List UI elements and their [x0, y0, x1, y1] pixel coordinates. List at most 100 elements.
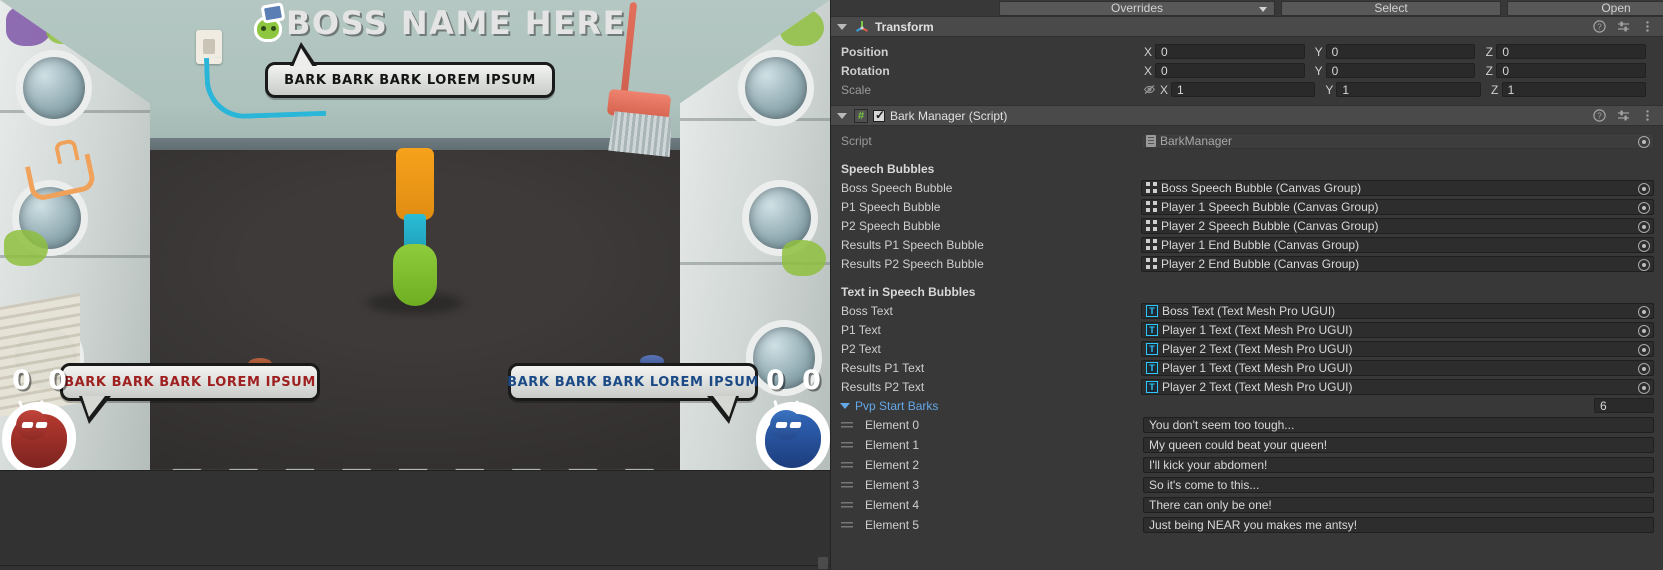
pvp-start-barks-size-input[interactable]: 6: [1594, 398, 1654, 413]
object-picker-icon[interactable]: [1638, 324, 1650, 337]
vertical-scrollbar[interactable]: [818, 557, 828, 569]
list-item[interactable]: Element 0 You don't seem too tough...: [831, 415, 1663, 435]
textmeshpro-icon: T: [1146, 361, 1158, 374]
rotation-z-input[interactable]: 0: [1496, 63, 1647, 78]
object-picker-icon[interactable]: [1638, 343, 1650, 356]
scale-z-input[interactable]: 1: [1501, 82, 1646, 97]
select-button[interactable]: Select: [1281, 0, 1501, 16]
boss-text-objectfield[interactable]: T Boss Text (Text Mesh Pro UGUI): [1141, 302, 1654, 319]
drag-handle-icon[interactable]: [841, 500, 853, 510]
results-p2-speech-bubble-value: Player 2 End Bubble (Canvas Group): [1161, 256, 1360, 271]
p2-speech-bubble-row[interactable]: P2 Speech Bubble Player 2 Speech Bubble …: [831, 216, 1663, 235]
position-z-input[interactable]: 0: [1496, 44, 1647, 59]
help-icon[interactable]: ?: [1593, 20, 1606, 33]
constrain-proportions-icon[interactable]: [1141, 83, 1157, 96]
p1-text-value: Player 1 Text (Text Mesh Pro UGUI): [1162, 322, 1353, 337]
p2-text-row[interactable]: P2 Text T Player 2 Text (Text Mesh Pro U…: [831, 339, 1663, 358]
inspector-panel[interactable]: Overrides Select Open Transform ? Positi…: [830, 0, 1663, 570]
p2-text-label: P2 Text: [841, 341, 881, 356]
results-p1-text-objectfield[interactable]: T Player 1 Text (Text Mesh Pro UGUI): [1141, 359, 1654, 376]
drag-handle-icon[interactable]: [841, 520, 853, 530]
axis-y-label: Y: [1314, 63, 1323, 78]
results-p2-speech-bubble-row[interactable]: Results P2 Speech Bubble Player 2 End Bu…: [831, 254, 1663, 273]
open-button[interactable]: Open: [1507, 0, 1663, 16]
list-item[interactable]: Element 5 Just being NEAR you makes me a…: [831, 515, 1663, 535]
kebab-menu-icon[interactable]: [1641, 109, 1654, 122]
pvp-start-barks-header[interactable]: Pvp Start Barks 6: [831, 396, 1663, 415]
object-picker-icon[interactable]: [1638, 239, 1650, 252]
rotation-x-input[interactable]: 0: [1155, 63, 1305, 78]
foldout-arrow-icon[interactable]: [837, 112, 847, 119]
transform-position-row[interactable]: Position X 0 Y 0 Z 0: [831, 42, 1663, 61]
element-2-input[interactable]: I'll kick your abdomen!: [1143, 457, 1654, 473]
element-2-label: Element 2: [865, 458, 920, 472]
transform-rotation-row[interactable]: Rotation X 0 Y 0 Z 0: [831, 61, 1663, 80]
results-p1-speech-bubble-objectfield[interactable]: Player 1 End Bubble (Canvas Group): [1141, 236, 1654, 253]
canvas-group-icon: [1146, 182, 1157, 193]
element-1-input[interactable]: My queen could beat your queen!: [1143, 437, 1654, 453]
preset-icon[interactable]: [1617, 20, 1630, 33]
results-p1-text-row[interactable]: Results P1 Text T Player 1 Text (Text Me…: [831, 358, 1663, 377]
kebab-menu-icon[interactable]: [1641, 20, 1654, 33]
foldout-arrow-icon[interactable]: [840, 402, 850, 409]
list-item[interactable]: Element 2 I'll kick your abdomen!: [831, 455, 1663, 475]
bubble-tail-inner: [713, 396, 736, 417]
boss-speech-bubble-row[interactable]: Boss Speech Bubble Boss Speech Bubble (C…: [831, 178, 1663, 197]
list-item[interactable]: Element 4 There can only be one!: [831, 495, 1663, 515]
element-5-input[interactable]: Just being NEAR you makes me antsy!: [1143, 517, 1654, 533]
help-icon[interactable]: ?: [1593, 109, 1606, 122]
position-y-input[interactable]: 0: [1325, 44, 1476, 59]
scale-y-input[interactable]: 1: [1336, 82, 1481, 97]
p2-speech-bubble-objectfield[interactable]: Player 2 Speech Bubble (Canvas Group): [1141, 217, 1654, 234]
list-item[interactable]: Element 1 My queen could beat your queen…: [831, 435, 1663, 455]
object-picker-icon[interactable]: [1638, 381, 1650, 394]
element-3-input[interactable]: So it's come to this...: [1143, 477, 1654, 493]
preset-icon[interactable]: [1617, 109, 1630, 122]
drag-handle-icon[interactable]: [841, 440, 853, 450]
game-view-panel[interactable]: BOSS NAME HERE BARK BARK BARK LOREM IPSU…: [0, 0, 830, 570]
axis-y-label: Y: [1314, 44, 1323, 59]
script-value: BarkManager: [1160, 133, 1233, 148]
drag-handle-icon[interactable]: [841, 480, 853, 490]
results-p2-text-row[interactable]: Results P2 Text T Player 2 Text (Text Me…: [831, 377, 1663, 396]
object-picker-icon[interactable]: [1638, 182, 1650, 195]
position-x-input[interactable]: 0: [1155, 44, 1305, 59]
component-enabled-checkbox[interactable]: [873, 108, 885, 122]
p1-text-objectfield[interactable]: T Player 1 Text (Text Mesh Pro UGUI): [1141, 321, 1654, 338]
graffiti-splat: [782, 240, 826, 276]
overrides-dropdown[interactable]: Overrides: [999, 0, 1275, 16]
element-4-input[interactable]: There can only be one!: [1143, 497, 1654, 513]
p1-text-row[interactable]: P1 Text T Player 1 Text (Text Mesh Pro U…: [831, 320, 1663, 339]
hanger-icon: [24, 153, 98, 203]
results-p1-speech-bubble-row[interactable]: Results P1 Speech Bubble Player 1 End Bu…: [831, 235, 1663, 254]
transform-component-header[interactable]: Transform ?: [831, 16, 1663, 37]
boss-speech-bubble-objectfield[interactable]: Boss Speech Bubble (Canvas Group): [1141, 179, 1654, 196]
list-item[interactable]: Element 3 So it's come to this...: [831, 475, 1663, 495]
object-picker-icon[interactable]: [1638, 135, 1650, 148]
object-picker-icon[interactable]: [1638, 258, 1650, 271]
drag-handle-icon[interactable]: [841, 460, 853, 470]
transform-scale-row[interactable]: Scale X 1 Y 1 Z 1: [831, 80, 1663, 99]
boss-text-value: Boss Text (Text Mesh Pro UGUI): [1162, 303, 1336, 318]
open-label: Open: [1601, 1, 1631, 15]
object-picker-icon[interactable]: [1638, 220, 1650, 233]
results-p2-text-objectfield[interactable]: T Player 2 Text (Text Mesh Pro UGUI): [1141, 378, 1654, 395]
object-picker-icon[interactable]: [1638, 305, 1650, 318]
game-scene[interactable]: BOSS NAME HERE BARK BARK BARK LOREM IPSU…: [0, 0, 830, 470]
object-picker-icon[interactable]: [1638, 201, 1650, 214]
p1-speech-bubble-objectfield[interactable]: Player 1 Speech Bubble (Canvas Group): [1141, 198, 1654, 215]
player1-bubble-text: BARK BARK BARK LOREM IPSUM: [64, 374, 316, 390]
results-p2-speech-bubble-objectfield[interactable]: Player 2 End Bubble (Canvas Group): [1141, 255, 1654, 272]
boss-text-row[interactable]: Boss Text T Boss Text (Text Mesh Pro UGU…: [831, 301, 1663, 320]
player1-ant-portrait: [2, 399, 76, 470]
scale-x-input[interactable]: 1: [1171, 82, 1316, 97]
rotation-y-input[interactable]: 0: [1325, 63, 1476, 78]
drag-handle-icon[interactable]: [841, 420, 853, 430]
object-picker-icon[interactable]: [1638, 362, 1650, 375]
element-0-input[interactable]: You don't seem too tough...: [1143, 417, 1654, 433]
bark-manager-component-header[interactable]: # Bark Manager (Script) ?: [831, 105, 1663, 126]
p1-speech-bubble-row[interactable]: P1 Speech Bubble Player 1 Speech Bubble …: [831, 197, 1663, 216]
p2-text-objectfield[interactable]: T Player 2 Text (Text Mesh Pro UGUI): [1141, 340, 1654, 357]
script-row: Script BarkManager: [831, 131, 1663, 150]
foldout-arrow-icon[interactable]: [837, 23, 847, 30]
